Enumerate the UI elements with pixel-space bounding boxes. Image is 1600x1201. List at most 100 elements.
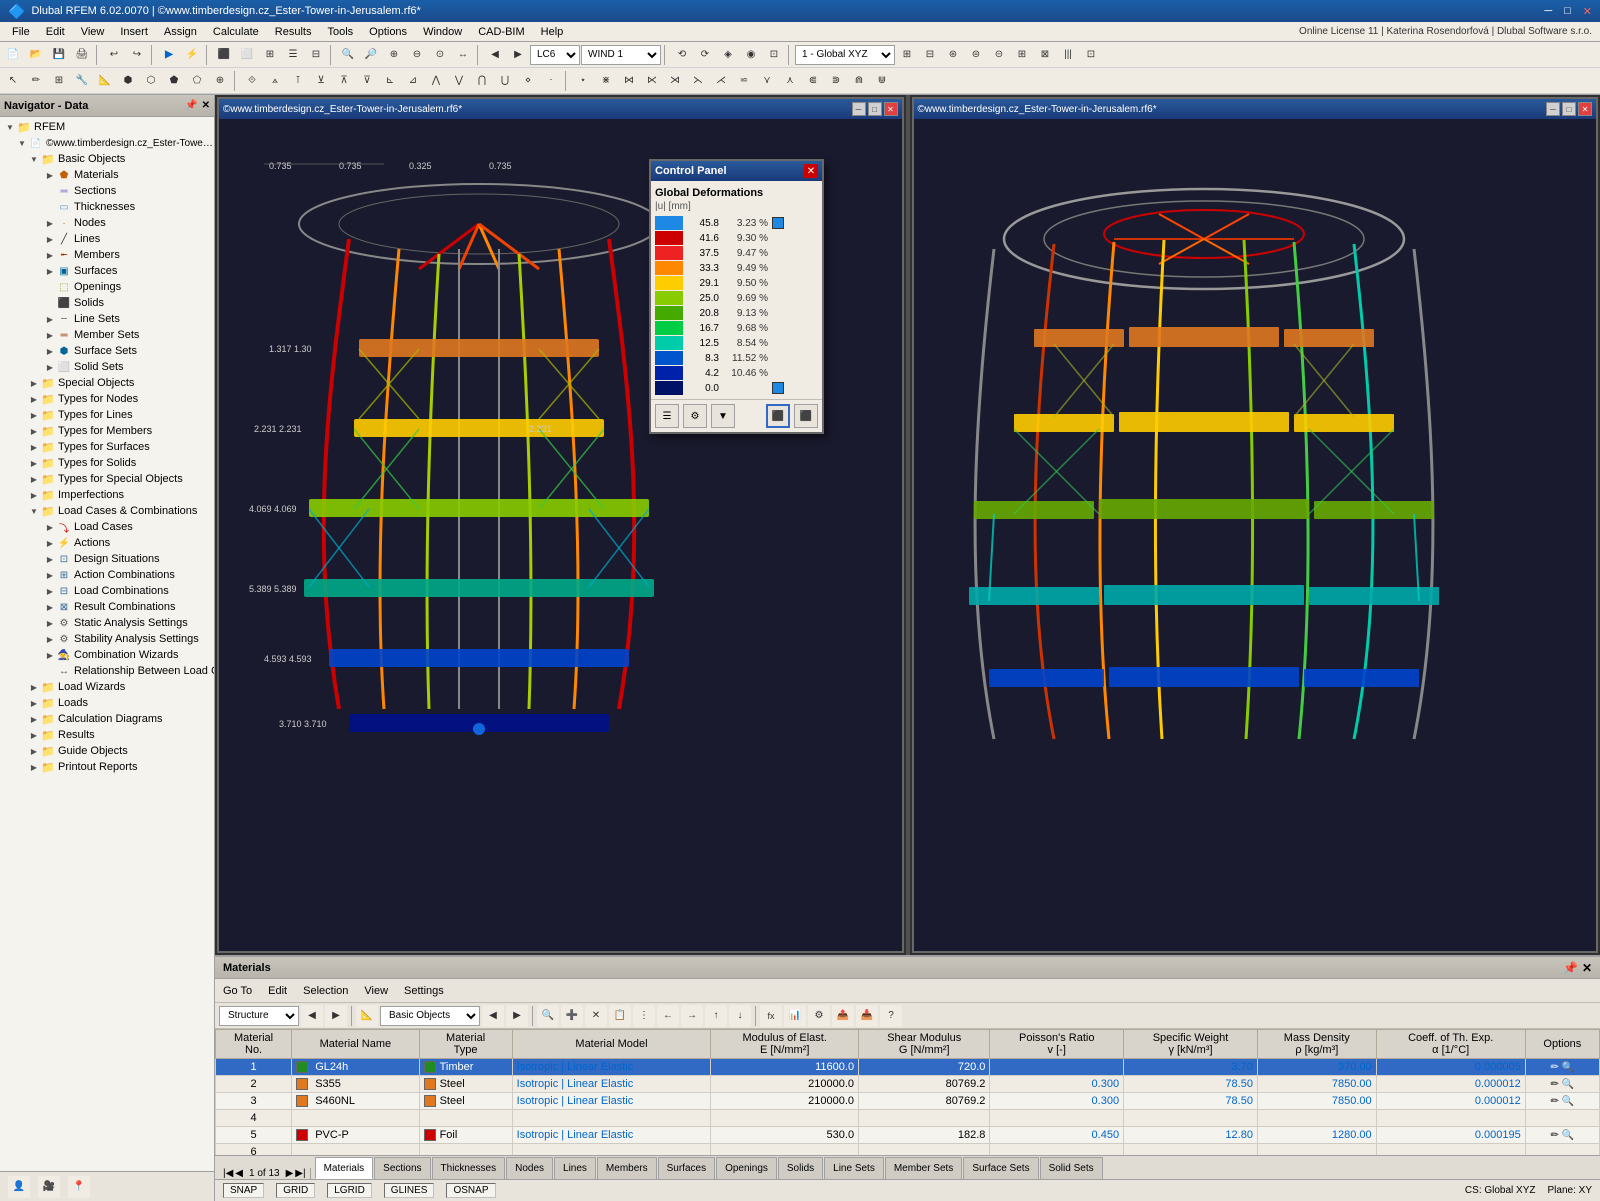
table-row[interactable]: 4: [216, 1110, 1600, 1127]
restore-btn[interactable]: □: [1564, 5, 1571, 18]
tree-combo-wizards[interactable]: ▶ 🧙 Combination Wizards: [0, 647, 214, 663]
tree-result-comb[interactable]: ▶ ⊠ Result Combinations: [0, 599, 214, 615]
status-osnap[interactable]: OSNAP: [446, 1183, 495, 1198]
tb2-1[interactable]: ↖: [2, 70, 24, 92]
nav-pin-btn[interactable]: 📌: [185, 100, 197, 111]
tb2-8[interactable]: ⬟: [163, 70, 185, 92]
tb-sel5[interactable]: ⊟: [305, 44, 327, 66]
tb-view2[interactable]: ◉: [740, 44, 762, 66]
tab-surfaces[interactable]: Surfaces: [658, 1157, 715, 1179]
lc-dropdown[interactable]: LC6: [530, 45, 580, 65]
tb-sel2[interactable]: ⬜: [236, 44, 258, 66]
pt-filter[interactable]: 🔍: [537, 1005, 559, 1027]
tab-lines[interactable]: Lines: [554, 1157, 596, 1179]
nav-close-btn[interactable]: ✕: [202, 100, 210, 111]
tb-sel4[interactable]: ☰: [282, 44, 304, 66]
tb2-21[interactable]: ⋂: [471, 70, 493, 92]
table-row[interactable]: 1 GL24h Timber Isotropic | Linear Elasti…: [216, 1059, 1600, 1076]
panel-close-btn[interactable]: ✕: [1582, 961, 1592, 975]
menu-view[interactable]: View: [73, 24, 113, 40]
status-snap[interactable]: SNAP: [223, 1183, 264, 1198]
tab-line-sets[interactable]: Line Sets: [824, 1157, 884, 1179]
tb2-9[interactable]: ⬠: [186, 70, 208, 92]
minimize-btn[interactable]: ─: [1544, 5, 1552, 18]
panel-edit[interactable]: Edit: [264, 983, 291, 999]
lc-prev[interactable]: ◀: [484, 44, 506, 66]
tree-load-comb[interactable]: ▼ 📁 Load Cases & Combinations: [0, 503, 214, 519]
tb-more7[interactable]: ⊠: [1034, 44, 1056, 66]
view-close-left[interactable]: ✕: [884, 102, 898, 116]
tab-thicknesses[interactable]: Thicknesses: [432, 1157, 506, 1179]
tb2-10[interactable]: ⊕: [209, 70, 231, 92]
pt-prop[interactable]: ⚙: [808, 1005, 830, 1027]
tb2-32[interactable]: ⋍: [733, 70, 755, 92]
tree-load-wizards[interactable]: ▶ 📁 Load Wizards: [0, 679, 214, 695]
tb-more1[interactable]: ⊞: [896, 44, 918, 66]
cp-close-btn[interactable]: ✕: [804, 164, 818, 178]
menu-file[interactable]: File: [4, 24, 38, 40]
panel-settings[interactable]: Settings: [400, 983, 448, 999]
tree-load-cases[interactable]: ▶ ⤵ Load Cases: [0, 519, 214, 535]
tb-zoom4[interactable]: ⊖: [406, 44, 428, 66]
tree-stability-analysis[interactable]: ▶ ⚙ Stability Analysis Settings: [0, 631, 214, 647]
pt-more2[interactable]: ←: [657, 1005, 679, 1027]
tb-rot2[interactable]: ⟳: [694, 44, 716, 66]
tb2-23[interactable]: ⋄: [517, 70, 539, 92]
menu-cadbim[interactable]: CAD-BIM: [470, 24, 532, 40]
tree-project[interactable]: ▼ 📄 ©www.timberdesign.cz_Ester-Tower-in-…: [0, 135, 214, 151]
tb2-13[interactable]: ⊺: [287, 70, 309, 92]
tree-results[interactable]: ▶ 📁 Results: [0, 727, 214, 743]
tb2-19[interactable]: ⋀: [425, 70, 447, 92]
save-btn[interactable]: 💾: [48, 44, 70, 66]
view-restore-right[interactable]: □: [1562, 102, 1576, 116]
tb-more4[interactable]: ⊜: [965, 44, 987, 66]
cell-options[interactable]: ✏ 🔍: [1525, 1076, 1599, 1093]
tb2-25[interactable]: ⋆: [572, 70, 594, 92]
tb-more9[interactable]: ⊡: [1080, 44, 1102, 66]
tb-view1[interactable]: ◈: [717, 44, 739, 66]
tb2-37[interactable]: ⋒: [848, 70, 870, 92]
panel-goto[interactable]: Go To: [219, 983, 256, 999]
tree-surfaces[interactable]: ▶ ▣ Surfaces: [0, 263, 214, 279]
cell-options[interactable]: [1525, 1110, 1599, 1127]
tb-zoom2[interactable]: 🔎: [360, 44, 382, 66]
tb-sel3[interactable]: ⊞: [259, 44, 281, 66]
redo-btn[interactable]: ↪: [126, 44, 148, 66]
window-controls[interactable]: ─ □ ✕: [1544, 5, 1592, 18]
tree-root-rfem[interactable]: ▼ 📁 RFEM: [0, 119, 214, 135]
tree-solids[interactable]: ⬛ Solids: [0, 295, 214, 311]
panel-title-btns[interactable]: 📌 ✕: [1563, 961, 1592, 975]
pt-fx[interactable]: fx: [760, 1005, 782, 1027]
tb-sel1[interactable]: ⬛: [213, 44, 235, 66]
tb2-24[interactable]: ⋅: [540, 70, 562, 92]
tree-types-members[interactable]: ▶ 📁 Types for Members: [0, 423, 214, 439]
menu-tools[interactable]: Tools: [319, 24, 361, 40]
tree-nodes[interactable]: ▶ · Nodes: [0, 215, 214, 231]
tree-lines[interactable]: ▶ ╱ Lines: [0, 231, 214, 247]
tab-sections[interactable]: Sections: [374, 1157, 430, 1179]
menu-assign[interactable]: Assign: [156, 24, 205, 40]
tree-action-comb[interactable]: ▶ ⊞ Action Combinations: [0, 567, 214, 583]
tree-design-sit[interactable]: ▶ ⊡ Design Situations: [0, 551, 214, 567]
tree-loads[interactable]: ▶ 📁 Loads: [0, 695, 214, 711]
pt-nav1[interactable]: ◀: [482, 1005, 504, 1027]
tb2-4[interactable]: 🔧: [71, 70, 93, 92]
tree-solid-sets[interactable]: ▶ ⬜ Solid Sets: [0, 359, 214, 375]
tb2-15[interactable]: ⊼: [333, 70, 355, 92]
menu-results[interactable]: Results: [267, 24, 320, 40]
tab-solid-sets[interactable]: Solid Sets: [1040, 1157, 1103, 1179]
panel-selection[interactable]: Selection: [299, 983, 352, 999]
tree-actions[interactable]: ▶ ⚡ Actions: [0, 535, 214, 551]
cp-tb-list[interactable]: ☰: [655, 404, 679, 428]
view-winbtns-left[interactable]: ─ □ ✕: [852, 102, 898, 116]
structure-select[interactable]: Structure: [219, 1006, 299, 1026]
tb2-3[interactable]: ⊞: [48, 70, 70, 92]
pt-next[interactable]: ▶: [325, 1005, 347, 1027]
tb2-17[interactable]: ⊾: [379, 70, 401, 92]
page-prev[interactable]: ◀: [235, 1168, 243, 1179]
tb2-29[interactable]: ⋊: [664, 70, 686, 92]
pt-del[interactable]: ✕: [585, 1005, 607, 1027]
tree-special-obj[interactable]: ▶ 📁 Special Objects: [0, 375, 214, 391]
tab-nodes[interactable]: Nodes: [506, 1157, 553, 1179]
menu-window[interactable]: Window: [415, 24, 470, 40]
